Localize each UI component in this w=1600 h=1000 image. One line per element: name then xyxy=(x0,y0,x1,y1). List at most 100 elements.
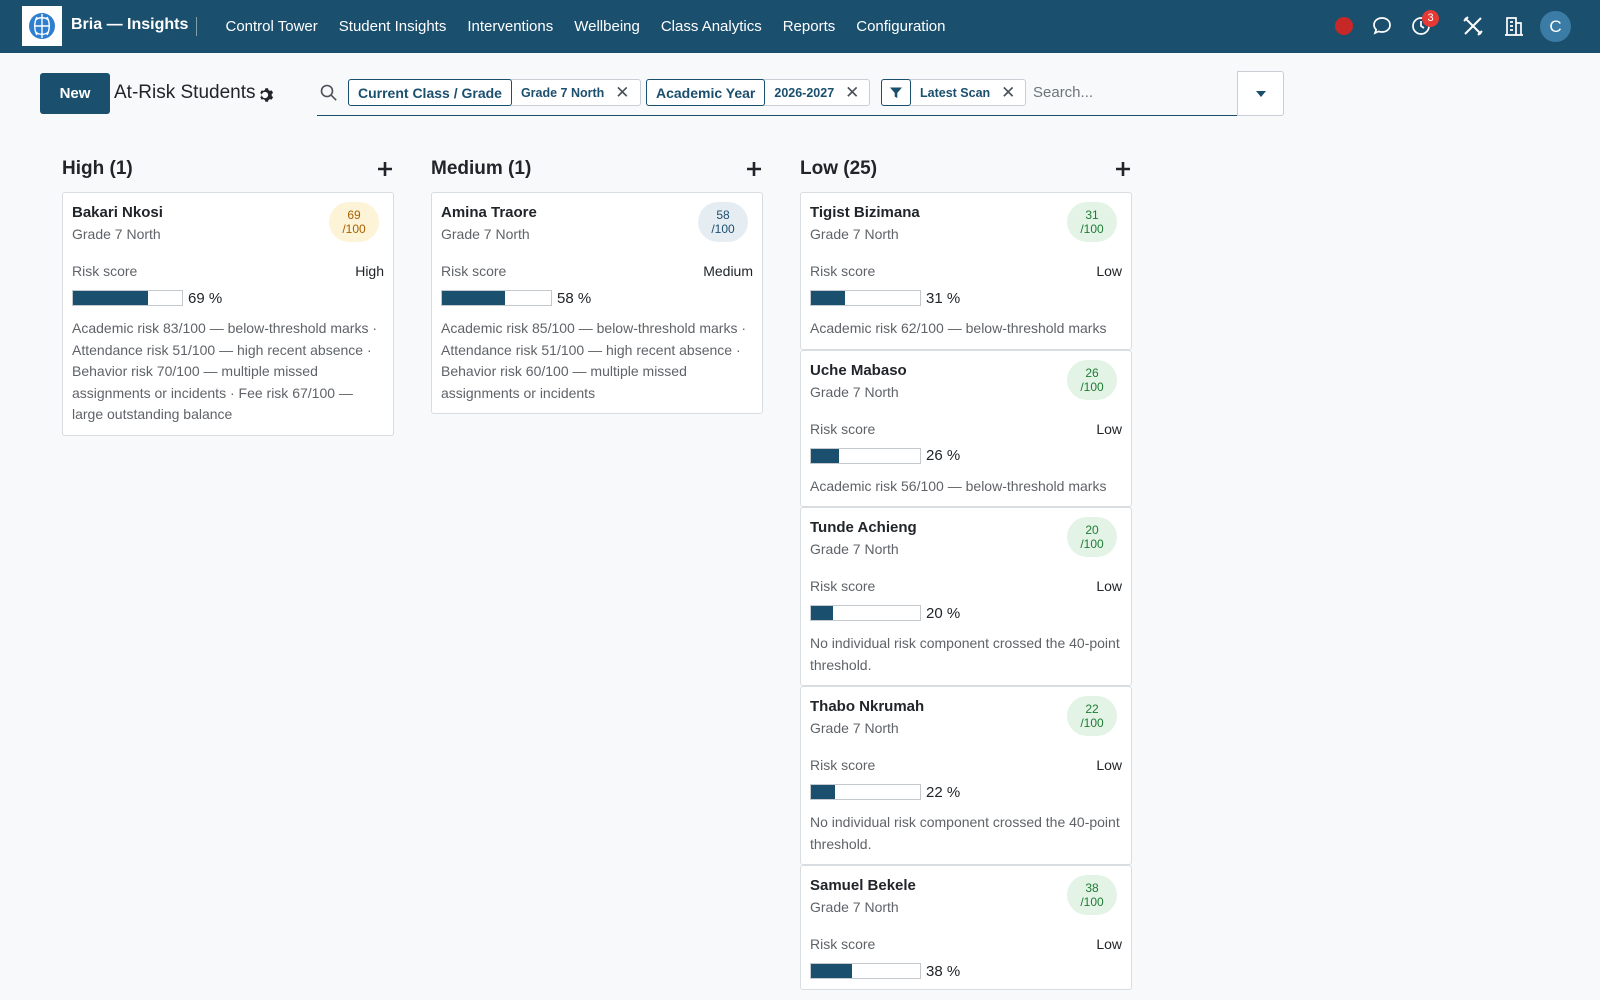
search-input[interactable] xyxy=(1033,79,1233,106)
main-menu: Control Tower Student Insights Intervent… xyxy=(215,0,956,53)
column-cards[interactable]: Tigist Bizimana Grade 7 North 31/100 Risk s… xyxy=(800,192,1132,1000)
progress-row: 38 % xyxy=(810,962,1122,980)
risk-level: Low xyxy=(1096,757,1122,773)
menu-student-insights[interactable]: Student Insights xyxy=(328,18,457,35)
student-card[interactable]: Samuel Bekele Grade 7 North 38/100 Risk sco… xyxy=(800,865,1132,990)
score-suffix: /100 xyxy=(1080,716,1104,730)
risk-row: Risk score Low xyxy=(810,420,1122,438)
column-title[interactable]: Low (25) xyxy=(800,158,877,180)
menu-interventions[interactable]: Interventions xyxy=(457,18,564,35)
user-avatar[interactable]: C xyxy=(1540,11,1571,42)
menu-wellbeing[interactable]: Wellbeing xyxy=(564,18,651,35)
student-card[interactable]: Tunde Achieng Grade 7 North 20/100 Risk sco… xyxy=(800,507,1132,686)
score-suffix: /100 xyxy=(1080,222,1104,236)
risk-description: Academic risk 83/100 — below-threshold m… xyxy=(72,320,378,422)
activity-clock-icon[interactable]: 3 xyxy=(1409,10,1439,38)
risk-description: No individual risk component crossed the… xyxy=(810,635,1120,673)
score-value: 22 xyxy=(1085,702,1099,716)
top-navbar: Bria — Insights Control Tower Student In… xyxy=(0,0,1600,53)
progress-percent: 38 % xyxy=(926,962,961,980)
score-value: 31 xyxy=(1085,208,1099,222)
risk-score-badge: 22/100 xyxy=(1067,696,1117,736)
progress-bar xyxy=(441,290,552,306)
student-card[interactable]: Tigist Bizimana Grade 7 North 31/100 Risk s… xyxy=(800,192,1132,350)
progress-percent: 31 % xyxy=(926,289,961,307)
new-button[interactable]: New xyxy=(40,73,110,114)
filter-icon xyxy=(881,79,911,106)
plus-icon[interactable] xyxy=(1114,160,1132,178)
menu-control-tower[interactable]: Control Tower xyxy=(215,18,328,35)
risk-level: High xyxy=(355,263,384,279)
facet-remove-icon[interactable]: ✕ xyxy=(843,80,869,105)
app-name[interactable]: Bria — Insights xyxy=(71,16,188,34)
tools-icon[interactable] xyxy=(1461,14,1485,38)
progress-row: 69 % xyxy=(72,289,384,307)
risk-score-badge: 26/100 xyxy=(1067,359,1117,400)
risk-score-label: Risk score xyxy=(441,263,507,279)
column-cards: Bakari Nkosi Grade 7 North 69/100 Risk scor… xyxy=(62,192,394,1000)
company-building-icon[interactable] xyxy=(1502,14,1526,38)
progress-row: 22 % xyxy=(810,783,1122,801)
column-title[interactable]: Medium (1) xyxy=(431,158,531,180)
risk-level: Low xyxy=(1096,578,1122,594)
progress-bar-fill xyxy=(811,785,835,799)
menu-reports[interactable]: Reports xyxy=(772,18,846,35)
record-icon[interactable] xyxy=(1332,14,1356,38)
progress-bar-fill xyxy=(811,606,833,620)
gear-icon[interactable] xyxy=(256,86,274,104)
score-suffix: /100 xyxy=(1080,379,1104,394)
facet-class-grade[interactable]: Current Class / Grade Grade 7 North ✕ xyxy=(348,79,641,106)
progress-percent: 69 % xyxy=(188,289,223,307)
risk-score-badge: 58/100 xyxy=(698,202,748,242)
risk-score-badge: 31/100 xyxy=(1067,202,1117,242)
chat-icon[interactable] xyxy=(1370,14,1394,38)
nav-separator xyxy=(196,17,197,36)
kanban-column-low: Low (25) Tigist Bizimana Grade 7 North 31/… xyxy=(800,150,1132,1000)
progress-percent: 26 % xyxy=(926,447,961,464)
risk-score-label: Risk score xyxy=(810,936,876,952)
score-suffix: /100 xyxy=(1080,537,1104,551)
score-suffix: /100 xyxy=(711,222,735,236)
column-header: High (1) xyxy=(62,150,394,192)
risk-score-badge: 38/100 xyxy=(1067,875,1117,915)
menu-class-analytics[interactable]: Class Analytics xyxy=(650,18,772,35)
progress-row: 26 % xyxy=(810,447,1122,465)
risk-row: Risk score Low xyxy=(810,935,1122,953)
facet-value: Grade 7 North xyxy=(520,85,605,100)
column-header: Low (25) xyxy=(800,150,1132,192)
plus-icon[interactable] xyxy=(745,160,763,178)
menu-configuration[interactable]: Configuration xyxy=(846,18,956,35)
risk-description: Academic risk 56/100 — below-threshold m… xyxy=(810,477,1107,494)
facet-value: Latest Scan xyxy=(920,85,991,100)
column-header: Medium (1) xyxy=(431,150,763,192)
progress-bar xyxy=(810,963,921,979)
progress-bar-fill xyxy=(811,291,845,305)
risk-score-badge: 69/100 xyxy=(329,202,379,242)
facet-remove-icon[interactable]: ✕ xyxy=(613,80,639,105)
progress-percent: 20 % xyxy=(926,604,961,622)
student-card[interactable]: Uche Mabaso Grade 7 North 26/100 Risk score… xyxy=(800,349,1132,507)
score-suffix: /100 xyxy=(342,222,366,236)
risk-level: Medium xyxy=(703,263,753,279)
progress-row: 58 % xyxy=(441,289,753,307)
facet-academic-year[interactable]: Academic Year 2026-2027 ✕ xyxy=(646,79,871,106)
facet-remove-icon[interactable]: ✕ xyxy=(999,80,1025,105)
search-options-toggle[interactable] xyxy=(1237,71,1284,116)
student-card[interactable]: Bakari Nkosi Grade 7 North 69/100 Risk scor… xyxy=(62,192,394,436)
page-title: At-Risk Students xyxy=(114,82,256,103)
risk-description: Academic risk 62/100 — below-threshold m… xyxy=(810,320,1107,336)
risk-row: Risk score High xyxy=(72,262,384,280)
score-value: 58 xyxy=(716,208,730,222)
student-card[interactable]: Thabo Nkrumah Grade 7 North 22/100 Risk sco… xyxy=(800,686,1132,865)
app-logo-icon[interactable] xyxy=(22,6,62,46)
progress-bar-fill xyxy=(811,964,853,978)
facet-filter-latest-scan[interactable]: Latest Scan ✕ xyxy=(881,79,1027,106)
progress-bar xyxy=(810,784,921,800)
student-card[interactable]: Amina Traore Grade 7 North 58/100 Risk scor… xyxy=(431,192,763,414)
risk-score-label: Risk score xyxy=(72,263,138,279)
plus-icon[interactable] xyxy=(376,160,394,178)
risk-description: Academic risk 85/100 — below-threshold m… xyxy=(441,320,747,401)
search-icon xyxy=(320,84,337,101)
column-title[interactable]: High (1) xyxy=(62,158,133,180)
progress-percent: 22 % xyxy=(926,783,961,801)
